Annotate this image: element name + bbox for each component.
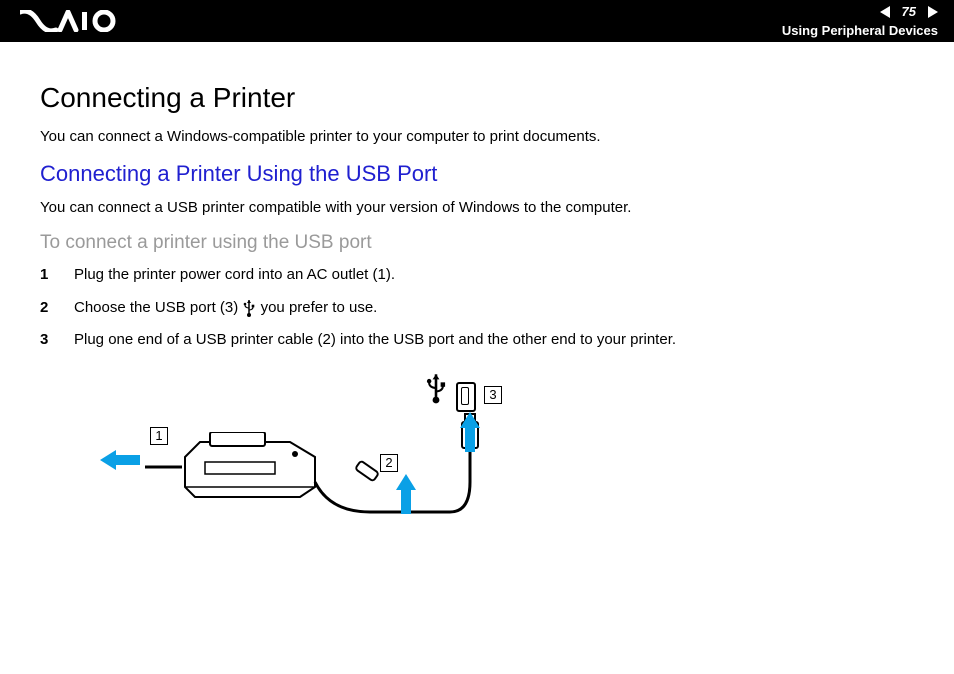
page-title: Connecting a Printer xyxy=(40,82,914,114)
arrow-port-icon xyxy=(460,412,480,428)
steps-list: Plug the printer power cord into an AC o… xyxy=(40,264,914,352)
sub-intro-text: You can connect a USB printer compatible… xyxy=(40,197,914,218)
step-3: Plug one end of a USB printer cable (2) … xyxy=(40,329,914,352)
usb-trident-icon xyxy=(424,372,448,404)
connection-diagram: 1 2 xyxy=(100,372,520,572)
usb-port-illustration xyxy=(456,382,476,412)
header-bar: 75 Using Peripheral Devices xyxy=(0,0,954,42)
step-2-text-b: you prefer to use. xyxy=(261,299,378,316)
sub-heading: Connecting a Printer Using the USB Port xyxy=(40,161,914,187)
callout-2: 2 xyxy=(380,454,398,472)
prev-page-arrow-icon[interactable] xyxy=(880,6,890,18)
step-1: Plug the printer power cord into an AC o… xyxy=(40,264,914,287)
header-right: 75 Using Peripheral Devices xyxy=(782,4,938,38)
step-2-text-a: Choose the USB port (3) xyxy=(74,299,242,316)
section-label: Using Peripheral Devices xyxy=(782,23,938,38)
vaio-logo-svg xyxy=(20,10,118,32)
step-2: Choose the USB port (3) you prefer to us… xyxy=(40,297,914,320)
callout-3: 3 xyxy=(484,386,502,404)
usb-icon xyxy=(242,299,256,317)
next-page-arrow-icon[interactable] xyxy=(928,6,938,18)
page-number: 75 xyxy=(898,4,920,19)
page-content: Connecting a Printer You can connect a W… xyxy=(0,42,954,572)
arrow-cable-icon xyxy=(396,474,416,490)
procedure-heading: To connect a printer using the USB port xyxy=(40,232,914,254)
intro-text: You can connect a Windows-compatible pri… xyxy=(40,126,914,147)
vaio-logo xyxy=(20,0,118,42)
